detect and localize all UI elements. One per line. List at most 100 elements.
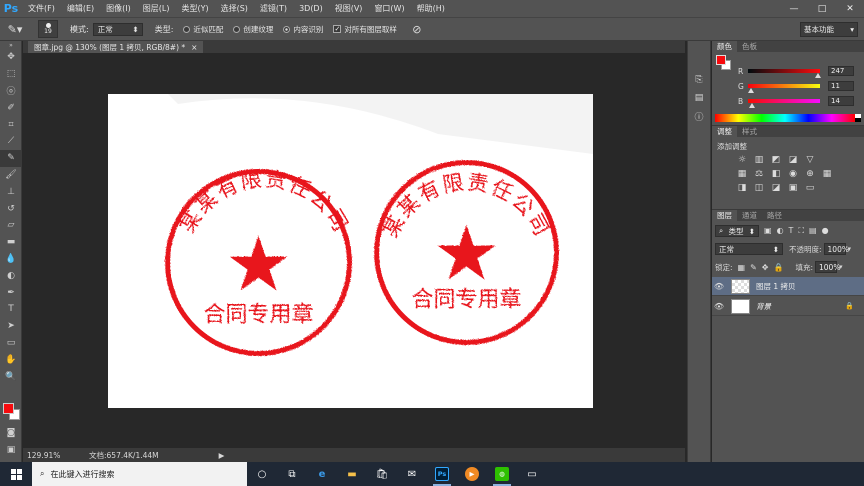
pressure-size-icon[interactable]: ⊘ xyxy=(407,19,427,39)
lock-transparent-icon[interactable]: ▦ xyxy=(738,263,746,272)
zoom-tool-icon[interactable]: 🔍 xyxy=(0,368,22,385)
properties-icon[interactable]: ▤ xyxy=(688,89,710,107)
wechat-icon[interactable]: ◍ xyxy=(487,462,517,486)
store-icon[interactable]: 🛍 xyxy=(367,462,397,486)
toolbox-collapse-icon[interactable]: » xyxy=(0,41,22,49)
minimize-button[interactable]: — xyxy=(780,0,808,17)
radio-create-texture[interactable]: 创建纹理 xyxy=(233,24,273,35)
levels-icon[interactable]: ▥ xyxy=(751,153,767,166)
hand-tool-icon[interactable]: ✋ xyxy=(0,351,22,368)
menu-select[interactable]: 选择(S) xyxy=(215,3,254,14)
blue-slider-thumb[interactable] xyxy=(748,103,755,108)
close-tab-icon[interactable]: × xyxy=(191,43,197,52)
green-value-input[interactable]: 11 xyxy=(828,81,854,91)
gradient-map-icon[interactable]: ▭ xyxy=(802,181,818,194)
fill-input[interactable]: 100% xyxy=(815,261,840,273)
menu-image[interactable]: 图像(I) xyxy=(100,3,137,14)
eye-icon[interactable]: 👁 xyxy=(712,282,726,291)
curves-icon[interactable]: ◩ xyxy=(768,153,784,166)
taskbar-search[interactable]: ⌕ 在此键入进行搜索 xyxy=(32,462,247,486)
gradient-tool-icon[interactable]: ▬ xyxy=(0,234,22,251)
lock-all-icon[interactable]: 🔒 xyxy=(774,263,784,272)
selective-color-icon[interactable]: ▣ xyxy=(785,181,801,194)
posterize-icon[interactable]: ◫ xyxy=(751,181,767,194)
screen-mode-icon[interactable]: ▣ xyxy=(0,442,22,459)
lasso-tool-icon[interactable]: ⓞ xyxy=(0,83,22,100)
type-tool-icon[interactable]: T xyxy=(0,301,22,318)
channel-mixer-icon[interactable]: ⊕ xyxy=(802,167,818,180)
start-button[interactable] xyxy=(0,462,32,486)
brush-tool-icon[interactable]: 🖌 xyxy=(0,167,22,184)
mode-select[interactable]: 正常 ⬍ xyxy=(92,22,143,36)
red-slider-thumb[interactable] xyxy=(814,73,821,78)
tab-adjustments[interactable]: 调整 xyxy=(712,126,737,137)
layer-row[interactable]: 👁 图层 1 拷贝 xyxy=(712,277,864,296)
dodge-tool-icon[interactable]: ◐ xyxy=(0,267,22,284)
red-slider[interactable] xyxy=(748,69,821,78)
tab-swatches[interactable]: 色板 xyxy=(737,41,762,52)
photoshop-taskbar-icon[interactable]: Ps xyxy=(427,462,457,486)
eraser-tool-icon[interactable]: ▱ xyxy=(0,217,22,234)
vibrance-icon[interactable]: ▽ xyxy=(802,153,818,166)
menu-type[interactable]: 类型(Y) xyxy=(175,3,214,14)
media-player-icon[interactable]: ▶ xyxy=(457,462,487,486)
opacity-input[interactable]: 100% xyxy=(823,243,849,255)
blue-slider[interactable] xyxy=(748,99,820,108)
document-canvas[interactable]: 某某有限责任公司 合同专用章 某某有限责任公司 合同专用章 xyxy=(108,94,593,408)
brightness-icon[interactable]: ☼ xyxy=(734,153,750,166)
menu-file[interactable]: 文件(F) xyxy=(22,3,61,14)
file-explorer-icon[interactable]: ▬ xyxy=(337,462,367,486)
maximize-button[interactable]: □ xyxy=(808,0,836,17)
panel-foreground-swatch[interactable] xyxy=(716,55,726,65)
color-spectrum[interactable] xyxy=(715,114,855,122)
tab-styles[interactable]: 样式 xyxy=(737,126,762,137)
clone-stamp-tool-icon[interactable]: ⊥ xyxy=(0,183,22,200)
move-tool-icon[interactable]: ✥ xyxy=(0,49,22,66)
menu-filter[interactable]: 滤镜(T) xyxy=(254,3,293,14)
tab-paths[interactable]: 路径 xyxy=(762,210,787,221)
black-white-ramp[interactable] xyxy=(855,114,861,122)
crop-tool-icon[interactable]: ⌗ xyxy=(0,116,22,133)
red-value-input[interactable]: 247 xyxy=(828,66,854,76)
exposure-icon[interactable]: ◪ xyxy=(785,153,801,166)
healing-brush-tool-icon[interactable]: ✎ xyxy=(0,149,22,167)
photo-filter-icon[interactable]: ◉ xyxy=(785,167,801,180)
history-icon[interactable]: ⎘ xyxy=(688,71,710,89)
brush-preset-picker[interactable]: 19 xyxy=(38,20,58,38)
workspace-select[interactable]: 基本功能 ▾ xyxy=(800,22,858,37)
pen-tool-icon[interactable]: ✒ xyxy=(0,284,22,301)
mail-icon[interactable]: ✉ xyxy=(397,462,427,486)
menu-edit[interactable]: 编辑(E) xyxy=(61,3,100,14)
spot-healing-brush-icon[interactable]: ✎▾ xyxy=(0,19,30,39)
cortana-icon[interactable]: ○ xyxy=(247,462,277,486)
green-slider-thumb[interactable] xyxy=(748,88,755,93)
edge-browser-icon[interactable]: e xyxy=(307,462,337,486)
filter-toggle-icon[interactable]: ● xyxy=(822,226,829,235)
eye-icon[interactable]: 👁 xyxy=(712,302,726,311)
filter-adjust-icon[interactable]: ◐ xyxy=(777,226,784,235)
menu-layer[interactable]: 图层(L) xyxy=(137,3,176,14)
menu-help[interactable]: 帮助(H) xyxy=(411,3,451,14)
color-lookup-icon[interactable]: ▦ xyxy=(819,167,835,180)
path-select-tool-icon[interactable]: ➤ xyxy=(0,318,22,335)
quick-mask-icon[interactable]: ◙ xyxy=(0,425,22,442)
layer-row[interactable]: 👁 背景 🔒 xyxy=(712,297,864,316)
history-brush-tool-icon[interactable]: ↺ xyxy=(0,200,22,217)
shape-tool-icon[interactable]: ▭ xyxy=(0,335,22,352)
hue-saturation-icon[interactable]: ▦ xyxy=(734,167,750,180)
marquee-tool-icon[interactable]: ⬚ xyxy=(0,66,22,83)
filter-smart-icon[interactable]: ▤ xyxy=(809,226,817,235)
filter-type-icon[interactable]: T xyxy=(789,226,794,235)
invert-icon[interactable]: ◨ xyxy=(734,181,750,194)
camera-app-icon[interactable]: ▭ xyxy=(517,462,547,486)
layer-filter-select[interactable]: ⌕ 类型 ⬍ xyxy=(715,225,759,237)
chevron-down-icon[interactable]: ▾ xyxy=(839,263,843,271)
menu-3d[interactable]: 3D(D) xyxy=(293,4,329,13)
menu-window[interactable]: 窗口(W) xyxy=(368,3,410,14)
canvas-area[interactable]: 某某有限责任公司 合同专用章 某某有限责任公司 合同专用章 xyxy=(23,53,685,448)
quick-select-tool-icon[interactable]: ✐ xyxy=(0,99,22,116)
lock-paint-icon[interactable]: ✎ xyxy=(750,263,757,272)
blend-mode-select[interactable]: 正常 ⬍ xyxy=(715,243,783,255)
filter-shape-icon[interactable]: ⛶ xyxy=(798,226,804,235)
blue-value-input[interactable]: 14 xyxy=(828,96,854,106)
